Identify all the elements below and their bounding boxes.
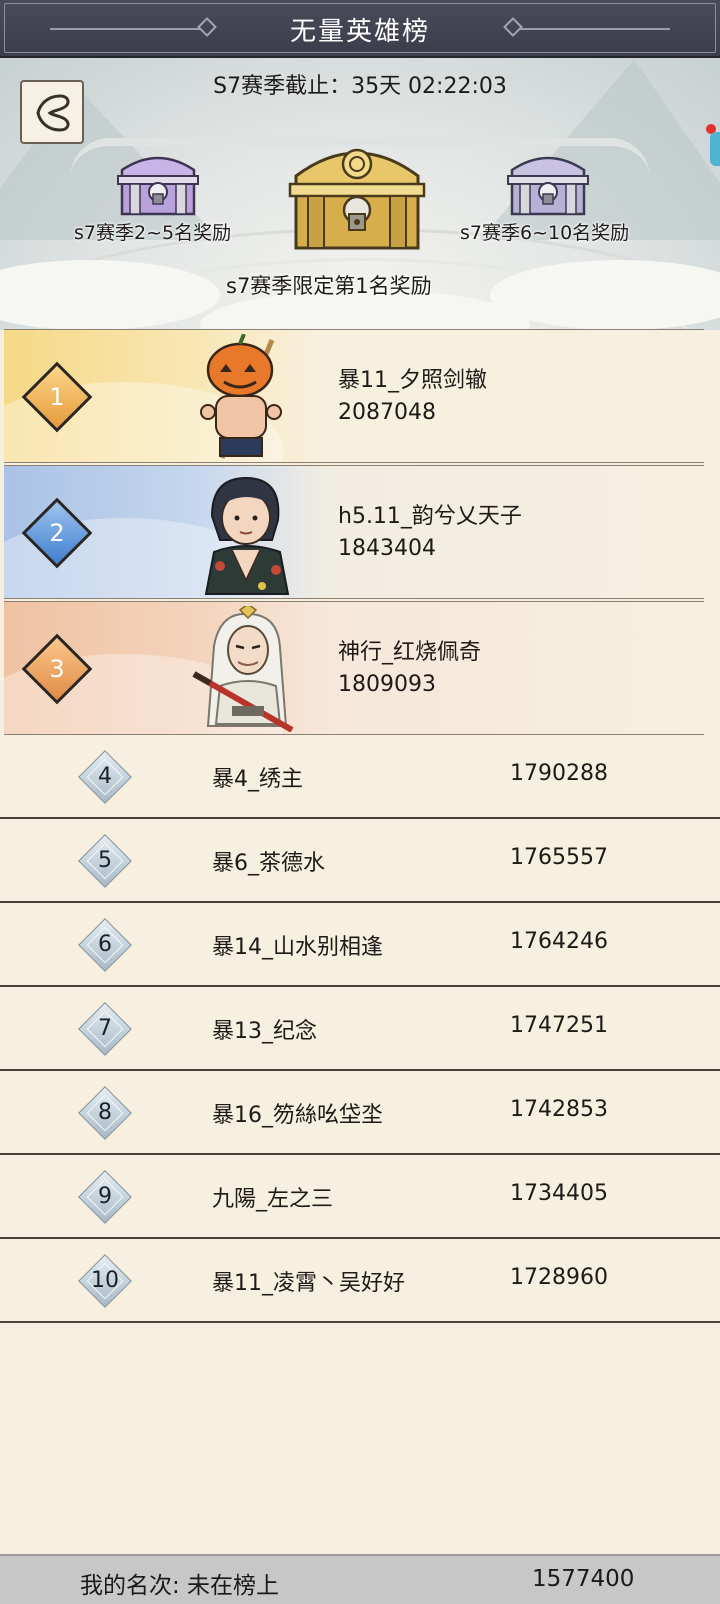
rank-row-7[interactable]: 7 暴13_纪念 1747251 xyxy=(0,987,720,1071)
my-rank-bar: 我的名次: 未在榜上 1577400 xyxy=(0,1554,720,1604)
player-score: 2087048 xyxy=(338,400,436,425)
rank-row-2[interactable]: 2 h5.11_韵兮乂天子 1843404 xyxy=(4,465,704,599)
player-score: 1747251 xyxy=(510,1013,608,1038)
player-name: 九陽_左之三 xyxy=(212,1187,334,1212)
season-countdown: S7赛季截止：35天 02:22:03 xyxy=(213,74,507,99)
rank-row-3[interactable]: 3 神行_红烧佩奇 1809093 xyxy=(4,601,704,735)
rank-number: 6 xyxy=(98,932,112,957)
pumpkin-head-avatar xyxy=(200,334,282,459)
player-score: 1734405 xyxy=(510,1181,608,1206)
player-name: 暴11_凌霄丶吴好好 xyxy=(212,1271,405,1296)
rank-number: 3 xyxy=(49,655,65,683)
reward-label-6-10: s7赛季6~10名奖励 xyxy=(460,222,630,244)
player-name: 暴13_纪念 xyxy=(212,1019,317,1044)
reward-chest-1[interactable] xyxy=(282,124,432,260)
reward-chest-2-5[interactable] xyxy=(112,136,204,220)
rank-number: 4 xyxy=(98,764,112,789)
player-score: 1809093 xyxy=(338,672,436,697)
reward-label-2-5: s7赛季2~5名奖励 xyxy=(74,222,232,244)
player-score: 1843404 xyxy=(338,536,436,561)
rank-row-1[interactable]: 1 暴11_夕照剑辙 2087048 xyxy=(4,329,704,463)
reward-chest-6-10[interactable] xyxy=(502,136,594,220)
back-arrow-icon xyxy=(36,94,70,132)
player-name: 暴14_山水别相逢 xyxy=(212,935,383,960)
swordsman-avatar xyxy=(204,476,290,595)
rank-number: 9 xyxy=(98,1184,112,1209)
rank-row-6[interactable]: 6 暴14_山水别相逢 1764246 xyxy=(0,903,720,987)
player-name: 暴16_笏絲吆垈坔 xyxy=(212,1103,383,1128)
silver-chest-icon xyxy=(117,156,199,216)
silver-chest-icon xyxy=(507,156,589,216)
player-score: 1790288 xyxy=(510,761,608,786)
white-hair-elder-avatar xyxy=(192,606,294,732)
rank-number: 8 xyxy=(98,1100,112,1125)
rank-row-5[interactable]: 5 暴6_茶德水 1765557 xyxy=(0,819,720,903)
player-name: 神行_红烧佩奇 xyxy=(338,640,482,665)
rank-number: 1 xyxy=(49,383,65,411)
back-button[interactable] xyxy=(20,80,84,144)
rank-number: 10 xyxy=(91,1268,119,1293)
rank-number: 7 xyxy=(98,1016,112,1041)
player-score: 1742853 xyxy=(510,1097,608,1122)
player-name: 暴11_夕照剑辙 xyxy=(338,368,487,393)
my-rank-score: 1577400 xyxy=(532,1566,635,1592)
player-score: 1728960 xyxy=(510,1265,608,1290)
rank-row-8[interactable]: 8 暴16_笏絲吆垈坔 1742853 xyxy=(0,1071,720,1155)
player-score: 1764246 xyxy=(510,929,608,954)
rank-row-10[interactable]: 10 暴11_凌霄丶吴好好 1728960 xyxy=(0,1239,720,1323)
rank-row-9[interactable]: 9 九陽_左之三 1734405 xyxy=(0,1155,720,1239)
rank-number: 2 xyxy=(49,519,65,547)
reward-label-1: s7赛季限定第1名奖励 xyxy=(226,274,432,298)
player-name: h5.11_韵兮乂天子 xyxy=(338,504,522,529)
rank-number: 5 xyxy=(98,848,112,873)
title-ornament-right xyxy=(520,28,670,30)
side-panel-tab[interactable] xyxy=(710,132,720,166)
player-score: 1765557 xyxy=(510,845,608,870)
player-name: 暴6_茶德水 xyxy=(212,851,325,876)
gold-chest-icon xyxy=(288,148,426,250)
rank-row-4[interactable]: 4 暴4_绣主 1790288 xyxy=(0,735,720,819)
my-rank-label: 我的名次: 未在榜上 xyxy=(80,1573,280,1599)
title-bar: 无量英雄榜 xyxy=(0,0,720,58)
player-name: 暴4_绣主 xyxy=(212,767,303,792)
